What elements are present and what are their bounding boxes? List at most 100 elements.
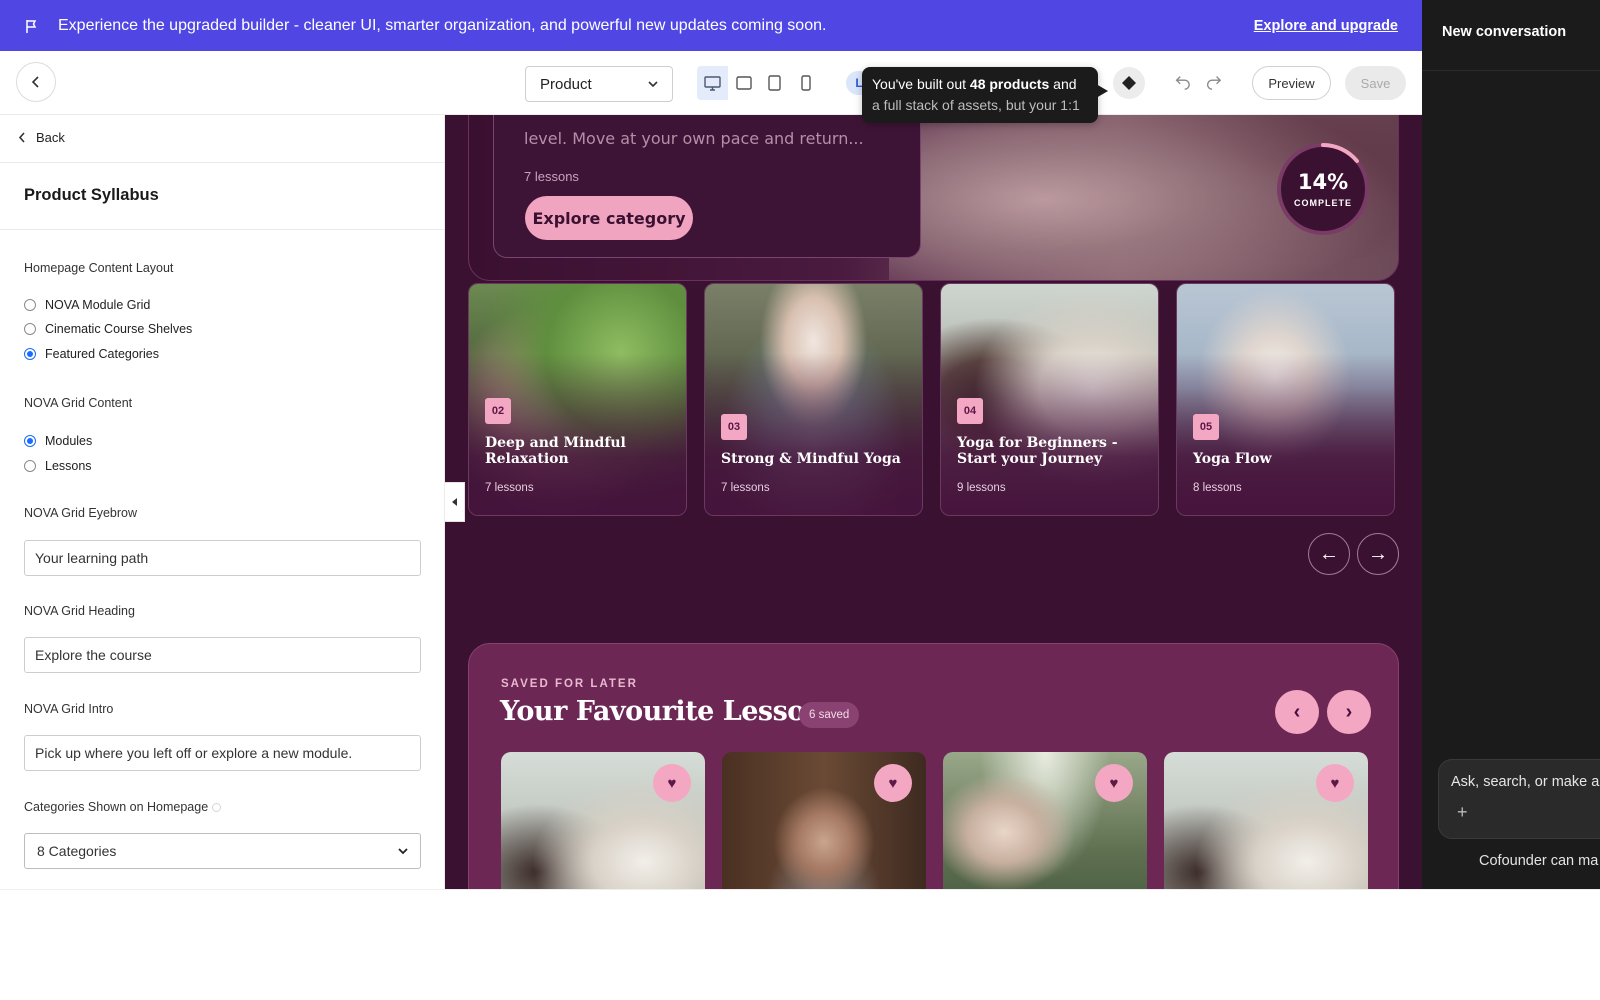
add-attachment-button[interactable]: + bbox=[1457, 802, 1468, 823]
divider bbox=[0, 162, 444, 163]
categories-label-text: Categories Shown on Homepage bbox=[24, 800, 209, 814]
intro-input[interactable]: Pick up where you left off or explore a … bbox=[24, 735, 421, 771]
device-tablet-landscape-button[interactable] bbox=[728, 66, 759, 100]
radio-label: Featured Categories bbox=[45, 347, 159, 361]
layout-label: Homepage Content Layout bbox=[24, 261, 174, 275]
divider bbox=[0, 229, 444, 230]
radio-label: Modules bbox=[45, 434, 93, 448]
radio-nova-module-grid[interactable]: NOVA Module Grid bbox=[24, 296, 150, 314]
heart-icon[interactable]: ♥ bbox=[653, 764, 691, 802]
assistant-disclaimer: Cofounder can ma bbox=[1479, 853, 1599, 869]
hero-card: level. Move at your own pace and return.… bbox=[493, 115, 921, 258]
category-number: 05 bbox=[1193, 414, 1219, 440]
category-number: 04 bbox=[957, 398, 983, 424]
upgrade-banner: Experience the upgraded builder - cleane… bbox=[0, 0, 1422, 51]
radio-label: Cinematic Course Shelves bbox=[45, 322, 193, 336]
mobile-icon bbox=[800, 75, 811, 91]
favourites-next-button[interactable]: › bbox=[1327, 690, 1371, 734]
grid-content-label: NOVA Grid Content bbox=[24, 396, 133, 410]
favourites-eyebrow: SAVED FOR LATER bbox=[501, 678, 638, 690]
page-select[interactable]: Product bbox=[525, 66, 673, 102]
redo-icon[interactable] bbox=[1204, 73, 1224, 93]
desktop-icon bbox=[704, 75, 721, 91]
radio-circle bbox=[24, 299, 36, 311]
heading-input[interactable]: Explore the course bbox=[24, 637, 421, 673]
device-tablet-portrait-button[interactable] bbox=[759, 66, 790, 100]
category-card[interactable]: 03 Strong & Mindful Yoga 7 lessons bbox=[704, 283, 923, 516]
device-switcher bbox=[697, 66, 821, 100]
panel-title: Product Syllabus bbox=[24, 186, 159, 204]
radio-circle bbox=[24, 323, 36, 335]
heart-icon[interactable]: ♥ bbox=[874, 764, 912, 802]
category-title: Strong & Mindful Yoga bbox=[721, 451, 901, 467]
saved-count-badge: 6 saved bbox=[799, 702, 860, 728]
favourite-lesson-card[interactable]: ♥ bbox=[501, 752, 705, 889]
undo-icon[interactable] bbox=[1173, 73, 1193, 93]
heading-label: NOVA Grid Heading bbox=[24, 604, 135, 618]
assistant-input[interactable]: Ask, search, or make a + bbox=[1438, 759, 1600, 839]
radio-modules[interactable]: Modules bbox=[24, 432, 92, 450]
diamond-icon bbox=[1122, 76, 1136, 90]
tooltip-line-1: You've built out 48 products and bbox=[872, 76, 1077, 92]
preview-canvas: level. Move at your own pace and return.… bbox=[445, 115, 1422, 889]
chevron-left-icon bbox=[18, 131, 25, 143]
assistant-input-placeholder: Ask, search, or make a bbox=[1451, 774, 1600, 790]
settings-panel: Back Product Syllabus Homepage Content L… bbox=[0, 115, 445, 889]
conversation-title: New conversation bbox=[1442, 24, 1567, 40]
progress-percent: 14% bbox=[1297, 170, 1349, 194]
heart-icon[interactable]: ♥ bbox=[1095, 764, 1133, 802]
tablet-landscape-icon bbox=[735, 76, 752, 90]
categories-select[interactable]: 8 Categories bbox=[24, 833, 421, 869]
progress-label: COMPLETE bbox=[1293, 198, 1352, 208]
radio-cinematic-course-shelves[interactable]: Cinematic Course Shelves bbox=[24, 320, 192, 338]
category-next-button[interactable]: → bbox=[1357, 533, 1399, 575]
device-mobile-button[interactable] bbox=[790, 66, 821, 100]
radio-label: NOVA Module Grid bbox=[45, 298, 151, 312]
favourite-lesson-card[interactable]: ♥ bbox=[1164, 752, 1368, 889]
category-title: Yoga Flow bbox=[1193, 451, 1272, 467]
flag-icon bbox=[26, 19, 37, 33]
category-lessons: 8 lessons bbox=[1193, 482, 1242, 494]
heart-icon[interactable]: ♥ bbox=[1316, 764, 1354, 802]
hero-banner: level. Move at your own pace and return.… bbox=[468, 115, 1399, 281]
favourite-lesson-card[interactable]: ♥ bbox=[943, 752, 1147, 889]
collapse-panel-button[interactable] bbox=[445, 482, 465, 522]
back-button[interactable]: Back bbox=[18, 123, 65, 151]
category-shade bbox=[705, 284, 922, 515]
chevron-down-icon bbox=[648, 81, 658, 88]
exit-button[interactable] bbox=[16, 62, 56, 102]
category-number: 02 bbox=[485, 398, 511, 424]
progress-readout: 14% COMPLETE bbox=[1275, 141, 1371, 237]
category-title: Deep and Mindful Relaxation bbox=[485, 435, 626, 467]
explore-upgrade-link[interactable]: Explore and upgrade bbox=[1254, 18, 1398, 34]
radio-circle bbox=[24, 460, 36, 472]
explore-category-button[interactable]: Explore category bbox=[525, 196, 693, 240]
category-card[interactable]: 02 Deep and Mindful Relaxation 7 lessons bbox=[468, 283, 687, 516]
app-root: Experience the upgraded builder - cleane… bbox=[0, 0, 1600, 1000]
category-card[interactable]: 05 Yoga Flow 8 lessons bbox=[1176, 283, 1395, 516]
banner-message: Experience the upgraded builder - cleane… bbox=[58, 16, 827, 34]
preview-button[interactable]: Preview bbox=[1252, 66, 1331, 100]
radio-lessons[interactable]: Lessons bbox=[24, 457, 92, 475]
ai-assistant-button[interactable] bbox=[1113, 67, 1145, 99]
device-desktop-button[interactable] bbox=[697, 66, 728, 100]
tooltip-pointer bbox=[1096, 84, 1108, 98]
caret-left-icon bbox=[451, 498, 457, 506]
hero-description: level. Move at your own pace and return.… bbox=[524, 129, 864, 148]
category-lessons: 9 lessons bbox=[957, 482, 1006, 494]
radio-featured-categories[interactable]: Featured Categories bbox=[24, 345, 159, 363]
empty-area bbox=[0, 889, 1600, 1000]
category-number: 03 bbox=[721, 414, 747, 440]
eyebrow-input[interactable]: Your learning path bbox=[24, 540, 421, 576]
radio-label: Lessons bbox=[45, 459, 92, 473]
category-lessons: 7 lessons bbox=[721, 482, 770, 494]
category-title: Yoga for Beginners - Start your Journey bbox=[957, 435, 1118, 467]
favourites-prev-button[interactable]: ‹ bbox=[1275, 690, 1319, 734]
category-prev-button[interactable]: ← bbox=[1308, 533, 1350, 575]
save-button[interactable]: Save bbox=[1345, 66, 1406, 100]
favourite-lesson-card[interactable]: ♥ bbox=[722, 752, 926, 889]
category-card[interactable]: 04 Yoga for Beginners - Start your Journ… bbox=[940, 283, 1159, 516]
back-label: Back bbox=[36, 129, 65, 145]
categories-select-value: 8 Categories bbox=[37, 843, 117, 859]
info-icon[interactable] bbox=[212, 803, 222, 813]
